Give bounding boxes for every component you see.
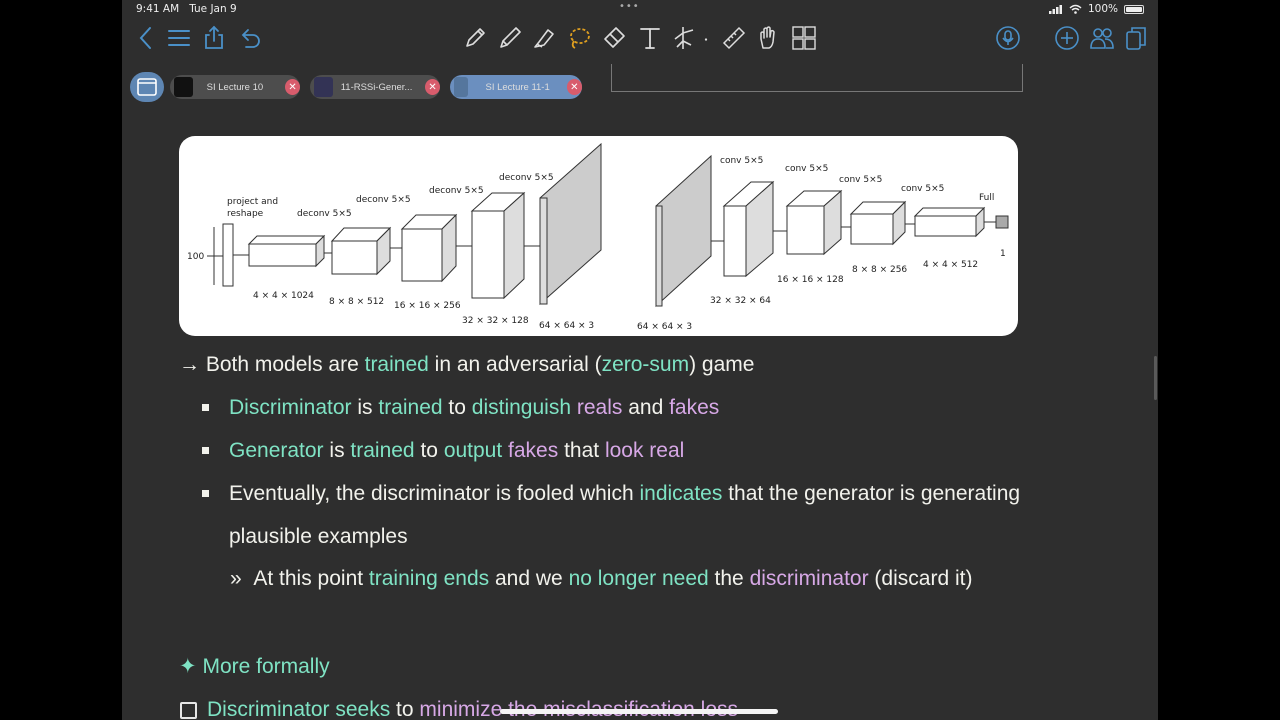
- checkbox[interactable]: [180, 702, 197, 719]
- note-line-plausible: plausible examples: [229, 525, 408, 548]
- bullet-marker: [202, 404, 209, 411]
- notes-body: → Both models are trained in an adversar…: [122, 0, 1158, 720]
- ipad-screen: 9:41 AM Tue Jan 9 ••• 100% SI Lecture 10…: [122, 0, 1158, 720]
- note-line-training-ends: » At this point training ends and we no …: [230, 567, 973, 590]
- note-line-eventually: Eventually, the discriminator is fooled …: [229, 482, 1021, 505]
- home-indicator[interactable]: [500, 709, 778, 714]
- bullet-marker: [202, 490, 209, 497]
- heading-more-formally: ✦ More formally: [179, 655, 330, 678]
- note-line-adversarial: → Both models are trained in an adversar…: [179, 353, 755, 376]
- note-line-generator: Generator is trained to output fakes tha…: [229, 439, 685, 462]
- bullet-marker: [202, 447, 209, 454]
- star-icon: ✦: [179, 655, 197, 678]
- scrollbar[interactable]: [1154, 356, 1157, 400]
- note-line-discriminator: Discriminator is trained to distinguish …: [229, 396, 720, 419]
